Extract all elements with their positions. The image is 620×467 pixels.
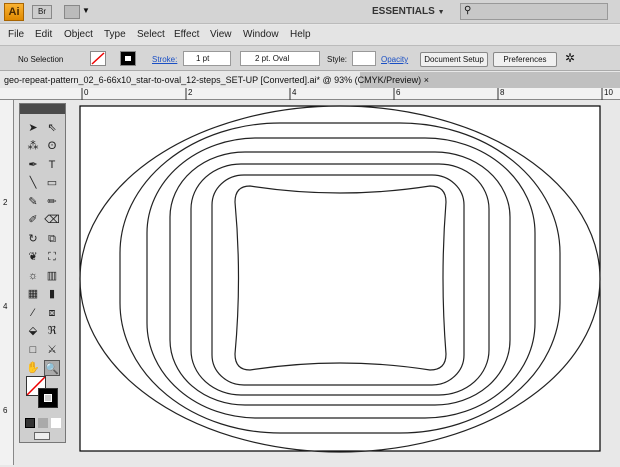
scale-tool-icon[interactable]: ⧉ [44,231,60,247]
live-paint-tool-icon[interactable]: ⬙ [25,323,41,339]
ruler-label: 2 [3,198,8,207]
gradient-tool-icon[interactable]: ▮ [44,286,60,302]
ruler-label: 10 [604,88,613,97]
menu-window[interactable]: Window [243,29,279,40]
ruler-label: 2 [188,88,193,97]
stroke-box[interactable] [38,388,58,408]
menu-edit[interactable]: Edit [35,29,52,40]
opacity-link[interactable]: Opacity [381,55,408,64]
vertical-ruler[interactable]: 2 4 6 [0,100,14,465]
ruler-label: 0 [84,88,89,97]
hand-tool-icon[interactable]: ✋ [25,360,41,376]
stroke-swatch[interactable] [120,51,136,66]
mesh-tool-icon[interactable]: ▦ [25,286,41,302]
symbol-sprayer-tool-icon[interactable]: ☼ [25,268,41,284]
illustrator-logo: Ai [4,3,24,21]
application-bar: Ai Br ▼ ESSENTIALS ▼ ⚲ [0,0,620,24]
style-label: Style: [327,55,348,64]
menu-select[interactable]: Select [137,29,165,40]
free-transform-tool-icon[interactable]: ⛶ [44,249,60,265]
stroke-link[interactable]: Stroke: [152,55,177,64]
artwork [79,105,601,453]
draw-behind-icon[interactable] [38,418,48,428]
slice-tool-icon[interactable]: ⚔ [44,342,60,358]
lasso-tool-icon[interactable]: ʘ [44,138,60,154]
document-tabs: geo-repeat-pattern_02_6-66x10_star-to-ov… [0,72,620,88]
arrange-documents-button[interactable] [64,5,80,19]
menu-type[interactable]: Type [104,29,126,40]
selection-status: No Selection [18,55,64,64]
chevron-down-icon[interactable]: ▼ [82,6,90,15]
panel-menu-icon[interactable]: ✲ [565,51,575,65]
pencil-tool-icon[interactable]: ✏ [44,194,60,210]
horizontal-ruler[interactable]: 0 2 4 6 8 10 [0,88,620,100]
type-tool-icon[interactable]: T [44,157,60,173]
menu-help[interactable]: Help [290,29,311,40]
eraser-tool-icon[interactable]: ⌫ [44,212,60,228]
style-select[interactable] [352,51,376,66]
fill-swatch[interactable] [90,51,106,66]
column-graph-tool-icon[interactable]: ▥ [44,268,60,284]
ruler-label: 4 [292,88,297,97]
rotate-tool-icon[interactable]: ↻ [25,231,41,247]
control-panel: No Selection Stroke: 1 pt 2 pt. Oval Sty… [0,45,620,71]
workspace-switcher[interactable]: ESSENTIALS ▼ [372,6,445,17]
preferences-button[interactable]: Preferences [493,52,557,67]
ruler-label: 4 [3,302,8,311]
bridge-button[interactable]: Br [32,5,52,19]
rectangle-tool-icon[interactable]: ▭ [44,175,60,191]
menu-object[interactable]: Object [64,29,93,40]
tools-panel: ➤ ⇖ ⁂ ʘ ✒ T ╲ ▭ ✎ ✏ ✐ ⌫ ↻ ⧉ ❦ ⛶ ☼ ▥ ▦ ▮ ⁄ ⧈ ⬙ ℜ □ ⚔ ✋ 🔍 [19,103,66,443]
direct-selection-tool-icon[interactable]: ⇖ [44,120,60,136]
document-tab[interactable]: geo-repeat-pattern_02_6-66x10_star-to-ov… [0,72,429,88]
draw-normal-icon[interactable] [25,418,35,428]
line-tool-icon[interactable]: ╲ [25,175,41,191]
magic-wand-tool-icon[interactable]: ⁂ [25,138,41,154]
brush-definition-select[interactable]: 2 pt. Oval [240,51,320,66]
tools-panel-header[interactable] [20,104,65,114]
draw-inside-icon[interactable] [51,418,61,428]
blend-tool-icon[interactable]: ⧈ [44,305,60,321]
search-icon: ⚲ [464,5,472,16]
live-paint-selection-tool-icon[interactable]: ℜ [44,323,60,339]
selection-tool-icon[interactable]: ➤ [25,120,41,136]
menu-file[interactable]: File [8,29,24,40]
ruler-label: 6 [396,88,401,97]
screen-mode-icon[interactable] [34,432,50,440]
search-input[interactable]: ⚲ [460,3,608,20]
artboard-tool-icon[interactable]: □ [25,342,41,358]
blob-brush-tool-icon[interactable]: ✐ [25,212,41,228]
menu-effect[interactable]: Effect [174,29,199,40]
zoom-tool-icon[interactable]: 🔍 [44,360,60,376]
canvas[interactable] [15,101,620,465]
menu-view[interactable]: View [210,29,232,40]
close-icon[interactable]: × [424,75,429,85]
paintbrush-tool-icon[interactable]: ✎ [25,194,41,210]
menu-bar: File Edit Object Type Select Effect View… [0,25,620,45]
pen-tool-icon[interactable]: ✒ [25,157,41,173]
ruler-label: 6 [3,406,8,415]
ruler-label: 8 [500,88,505,97]
stroke-weight-field[interactable]: 1 pt [183,51,231,66]
document-setup-button[interactable]: Document Setup [420,52,488,67]
eyedropper-tool-icon[interactable]: ⁄ [25,305,41,321]
artboard [79,105,601,452]
warp-tool-icon[interactable]: ❦ [25,249,41,265]
